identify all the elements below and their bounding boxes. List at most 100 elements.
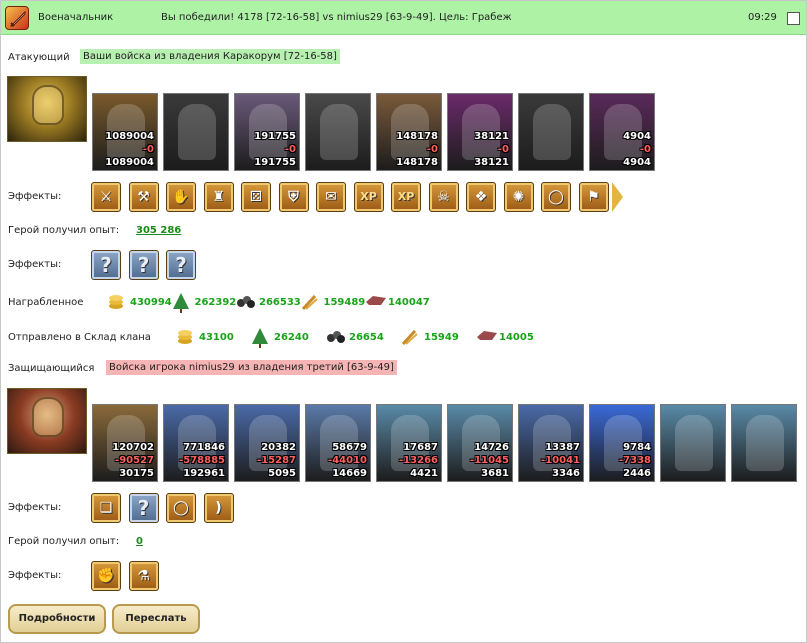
- book-icon[interactable]: ❏: [91, 493, 121, 523]
- ring-icon[interactable]: ◯: [166, 493, 196, 523]
- resource-amount: 140047: [388, 297, 430, 308]
- amulet-icon[interactable]: ❖: [466, 182, 496, 212]
- unit-count-start: 17687: [403, 442, 438, 453]
- dice-icon[interactable]: ⚄: [241, 182, 271, 212]
- ore-icon: [236, 293, 255, 311]
- resource-amount: 43100: [199, 332, 234, 343]
- unit-count-start: 9784: [623, 442, 651, 453]
- unit-count-start: 771846: [183, 442, 225, 453]
- attacker-effects2-label: Эффекты:: [8, 259, 62, 270]
- resource-amount: 15949: [424, 332, 459, 343]
- bow-icon[interactable]: ): [203, 493, 234, 523]
- unit-count-end: 3681: [481, 468, 509, 479]
- unit-count-lost: -0: [284, 144, 296, 155]
- defender-origin-tag: Войска игрока nimius29 из владения трети…: [106, 360, 397, 375]
- defender-effects2-label: Эффекты:: [8, 570, 62, 581]
- magic-icon[interactable]: ✺: [503, 182, 534, 212]
- defender-unit-card[interactable]: 17687 -13266 4421: [376, 404, 442, 482]
- unit-count-end: 38121: [474, 157, 509, 168]
- defender-unit-card[interactable]: 13387 -10041 3346: [518, 404, 584, 482]
- unit-count-lost: -10041: [541, 455, 580, 466]
- attacker-unit-card[interactable]: [518, 93, 584, 171]
- resource-amount: 26240: [274, 332, 309, 343]
- grain-icon: [401, 328, 419, 346]
- defender-hero-portrait[interactable]: [7, 388, 87, 454]
- unit-figure-icon: [320, 104, 358, 160]
- unit-count-start: 38121: [474, 131, 509, 142]
- xp-icon[interactable]: XP: [353, 182, 384, 212]
- xp-boost-icon[interactable]: XP: [391, 182, 421, 212]
- unit-count-start: 120702: [112, 442, 154, 453]
- gold-icon: [107, 293, 125, 311]
- resource-amount: 262392: [194, 297, 237, 308]
- attacker-xp-value[interactable]: 305 286: [136, 225, 181, 236]
- defender-unit-card[interactable]: 120702 -90527 30175: [92, 404, 158, 482]
- stone-icon: [365, 293, 386, 311]
- unit-count-lost: -13266: [399, 455, 438, 466]
- defender-xp-value[interactable]: 0: [136, 536, 143, 547]
- attacker-unit-card[interactable]: 148178 -0 148178: [376, 93, 442, 171]
- defender-unit-card[interactable]: [731, 404, 797, 482]
- unit-figure-icon: [178, 104, 216, 160]
- attacker-origin-tag: Ваши войска из владения Каракорум [72-16…: [80, 49, 340, 64]
- ore-icon: [326, 328, 345, 346]
- attacker-unit-card[interactable]: [305, 93, 371, 171]
- defender-unit-card[interactable]: 9784 -7338 2446: [589, 404, 655, 482]
- attacker-unit-card[interactable]: 1089004 -0 1089004: [92, 93, 158, 171]
- unit-count-start: 191755: [254, 131, 296, 142]
- more-effects-arrow-icon[interactable]: [612, 182, 623, 212]
- attacker-label: Атакующий: [8, 52, 70, 63]
- select-checkbox[interactable]: [787, 12, 800, 25]
- unit-count-lost: -7338: [619, 455, 651, 466]
- unit-count-lost: -0: [142, 144, 154, 155]
- fist-icon[interactable]: ✊: [91, 561, 121, 591]
- ring-icon[interactable]: ◯: [541, 182, 571, 212]
- unknown-effect-icon[interactable]: ?: [128, 250, 159, 280]
- grain-icon: [301, 293, 319, 311]
- unit-count-end: 1089004: [105, 157, 154, 168]
- unit-count-lost: -11045: [470, 455, 509, 466]
- forward-button[interactable]: Переслать: [112, 604, 200, 634]
- attacker-unit-card[interactable]: [163, 93, 229, 171]
- shield-icon[interactable]: ⛨: [278, 182, 309, 212]
- defender-unit-card[interactable]: 20382 -15287 5095: [234, 404, 300, 482]
- attacker-unit-card[interactable]: 4904 -0 4904: [589, 93, 655, 171]
- defender-unit-card[interactable]: 771846 -578885 192961: [163, 404, 229, 482]
- attacker-unit-card[interactable]: 38121 -0 38121: [447, 93, 513, 171]
- sword-icon[interactable]: ⚔: [91, 182, 121, 212]
- unit-count-end: 2446: [623, 468, 651, 479]
- report-time: 09:29: [748, 12, 777, 23]
- unknown-effect-icon[interactable]: ?: [91, 250, 121, 280]
- unit-count-end: 30175: [119, 468, 154, 479]
- demon-icon[interactable]: ☠: [428, 182, 459, 212]
- attacker-hero-portrait[interactable]: [7, 76, 87, 142]
- resource-amount: 266533: [259, 297, 301, 308]
- axe-icon[interactable]: ⚒: [128, 182, 159, 212]
- defender-unit-card[interactable]: [660, 404, 726, 482]
- unit-count-end: 192961: [183, 468, 225, 479]
- unit-count-end: 148178: [396, 157, 438, 168]
- attacker-unit-card[interactable]: 191755 -0 191755: [234, 93, 300, 171]
- unknown-effect-icon[interactable]: ?: [128, 493, 159, 523]
- unit-count-lost: -15287: [257, 455, 296, 466]
- unit-count-start: 58679: [332, 442, 367, 453]
- defender-unit-card[interactable]: 58679 -44010 14669: [305, 404, 371, 482]
- potion-icon[interactable]: ⚗: [128, 561, 159, 591]
- wood-icon: [172, 293, 190, 313]
- unit-count-lost: -0: [639, 144, 651, 155]
- unknown-effect-icon[interactable]: ?: [166, 250, 196, 280]
- unit-count-end: 4421: [410, 468, 438, 479]
- hand-icon[interactable]: ✋: [166, 182, 196, 212]
- scroll-icon[interactable]: ✉: [316, 182, 346, 212]
- unit-count-lost: -90527: [115, 455, 154, 466]
- defender-unit-card[interactable]: 14726 -11045 3681: [447, 404, 513, 482]
- resource-amount: 430994: [130, 297, 172, 308]
- banner-icon[interactable]: ⚑: [578, 182, 609, 212]
- battle-summary: Вы победили! 4178 [72-16-58] vs nimius29…: [161, 12, 512, 23]
- unit-count-lost: -578885: [179, 455, 225, 466]
- fortress-icon[interactable]: ♜: [203, 182, 234, 212]
- unit-count-end: 191755: [254, 157, 296, 168]
- details-button[interactable]: Подробности: [8, 604, 106, 634]
- resource-amount: 26654: [349, 332, 384, 343]
- unit-count-start: 4904: [623, 131, 651, 142]
